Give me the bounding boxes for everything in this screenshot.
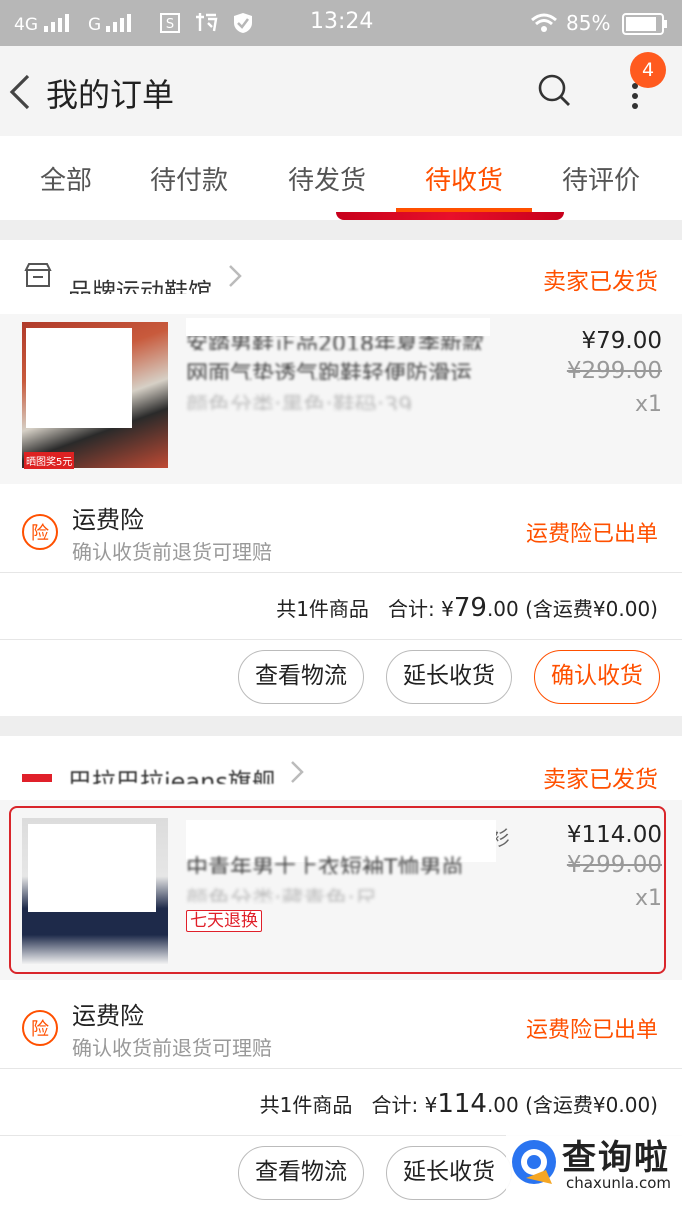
shipping-fee: (含运费¥0.00)	[525, 1093, 658, 1117]
shop-row[interactable]: 巴拉巴拉jeans旗舰 卖家已发货	[0, 736, 682, 800]
status-bar: 4G G S 13:24 85%	[0, 0, 682, 46]
chevron-right-icon	[291, 761, 304, 783]
currency: ¥	[424, 1093, 438, 1117]
total-integer: 114	[437, 1089, 487, 1119]
promo-ribbon	[336, 212, 564, 220]
insurance-icon: 险	[22, 1010, 58, 1046]
sim-icon: S	[160, 13, 180, 33]
total-label: 合计:	[388, 597, 435, 621]
order-summary: 共1件商品 合计: ¥79.00 (含运费¥0.00)	[0, 572, 682, 639]
shop-name: 品牌运动鞋馆	[68, 278, 212, 294]
image-redaction	[26, 328, 132, 428]
item-count: 共1件商品	[276, 597, 369, 621]
insurance-title: 运费险	[72, 506, 144, 534]
total-decimal: .00	[486, 1093, 519, 1117]
insurance-icon: 险	[22, 514, 58, 550]
view-logistics-button[interactable]: 查看物流	[238, 1146, 364, 1200]
battery-percent: 85%	[566, 11, 611, 35]
app-header: 我的订单 4	[0, 46, 682, 136]
svg-text:S: S	[166, 17, 174, 32]
product-spec: 颜色分类:黑色;鞋码:39	[186, 394, 413, 410]
highlight-box	[9, 806, 666, 974]
thumb-promo-tag: 晒图奖5元	[24, 452, 75, 469]
product-price: ¥79.00	[581, 328, 662, 354]
total-decimal: .00	[486, 597, 519, 621]
chevron-right-icon	[229, 265, 242, 287]
tab-pending-shipment[interactable]: 待发货	[288, 160, 366, 197]
order-status: 卖家已发货	[543, 767, 658, 793]
action-buttons: 查看物流 延长收货 确认收货	[0, 639, 682, 716]
tab-pending-review[interactable]: 待评价	[562, 160, 640, 197]
active-tab-indicator	[396, 208, 532, 212]
taobao-icon	[196, 13, 218, 32]
insurance-status: 运费险已出单	[525, 1018, 658, 1043]
shipping-insurance-row[interactable]: 险 运费险 确认收货前退货可理赔 运费险已出单	[0, 484, 682, 572]
tab-all[interactable]: 全部	[40, 160, 92, 197]
extend-receipt-button[interactable]: 延长收货	[386, 1146, 512, 1200]
network-type-2: G	[88, 15, 102, 35]
title-redaction	[186, 318, 490, 336]
currency: ¥	[441, 597, 454, 621]
total-integer: 79	[453, 593, 487, 623]
confirm-receipt-button[interactable]: 确认收货	[534, 650, 660, 704]
network-type-1: 4G	[14, 15, 38, 35]
back-icon[interactable]	[6, 72, 36, 112]
product-title-line2: 网面气垫透气跑鞋轻便防滑运	[186, 362, 473, 380]
insurance-subtitle: 确认收货前退货可理赔	[72, 1036, 272, 1060]
shop-icon	[24, 263, 52, 287]
item-count: 共1件商品	[259, 1093, 353, 1117]
search-icon[interactable]	[536, 72, 572, 108]
quantity: x1	[634, 392, 662, 417]
shipping-fee: (含运费¥0.00)	[525, 597, 658, 621]
clock: 13:24	[310, 9, 374, 34]
order-tabs: 全部 待付款 待发货 待收货 待评价	[0, 136, 682, 220]
tab-pending-receipt[interactable]: 待收货	[425, 160, 503, 197]
tab-pending-payment[interactable]: 待付款	[150, 160, 228, 197]
order-status: 卖家已发货	[543, 269, 658, 295]
product-image[interactable]: 晒图奖5元	[22, 322, 168, 469]
signal-icon-2	[106, 14, 136, 32]
insurance-title: 运费险	[72, 1002, 144, 1030]
watermark-url: chaxunla.com	[566, 1174, 671, 1192]
order-item[interactable]: 晒图奖5元 安踏男鞋正品2018年夏季新款 网面气垫透气跑鞋轻便防滑运 颜色分类…	[0, 314, 682, 484]
extend-receipt-button[interactable]: 延长收货	[386, 650, 512, 704]
shield-icon	[234, 13, 252, 33]
shop-logo	[22, 774, 52, 782]
insurance-status: 运费险已出单	[525, 522, 658, 547]
page-title: 我的订单	[46, 76, 175, 114]
total-label: 合计:	[371, 1093, 419, 1117]
signal-icon	[44, 14, 74, 32]
shipping-insurance-row[interactable]: 险 运费险 确认收货前退货可理赔 运费险已出单	[0, 980, 682, 1068]
wifi-icon	[531, 13, 557, 32]
notification-badge: 4	[630, 52, 666, 88]
insurance-subtitle: 确认收货前退货可理赔	[72, 540, 272, 564]
shop-name: 巴拉巴拉jeans旗舰	[68, 768, 276, 784]
order-separator	[0, 716, 682, 736]
watermark-text: 查询啦	[562, 1138, 670, 1178]
summary-text: 共1件商品 合计: ¥79.00 (含运费¥0.00)	[276, 593, 658, 623]
shop-row[interactable]: 品牌运动鞋馆 卖家已发货	[0, 240, 682, 314]
view-logistics-button[interactable]: 查看物流	[238, 650, 364, 704]
original-price: ¥299.00	[566, 358, 662, 384]
summary-text: 共1件商品 合计: ¥114.00 (含运费¥0.00)	[260, 1089, 658, 1119]
order-summary: 共1件商品 合计: ¥114.00 (含运费¥0.00)	[0, 1068, 682, 1135]
battery-icon	[622, 13, 667, 35]
